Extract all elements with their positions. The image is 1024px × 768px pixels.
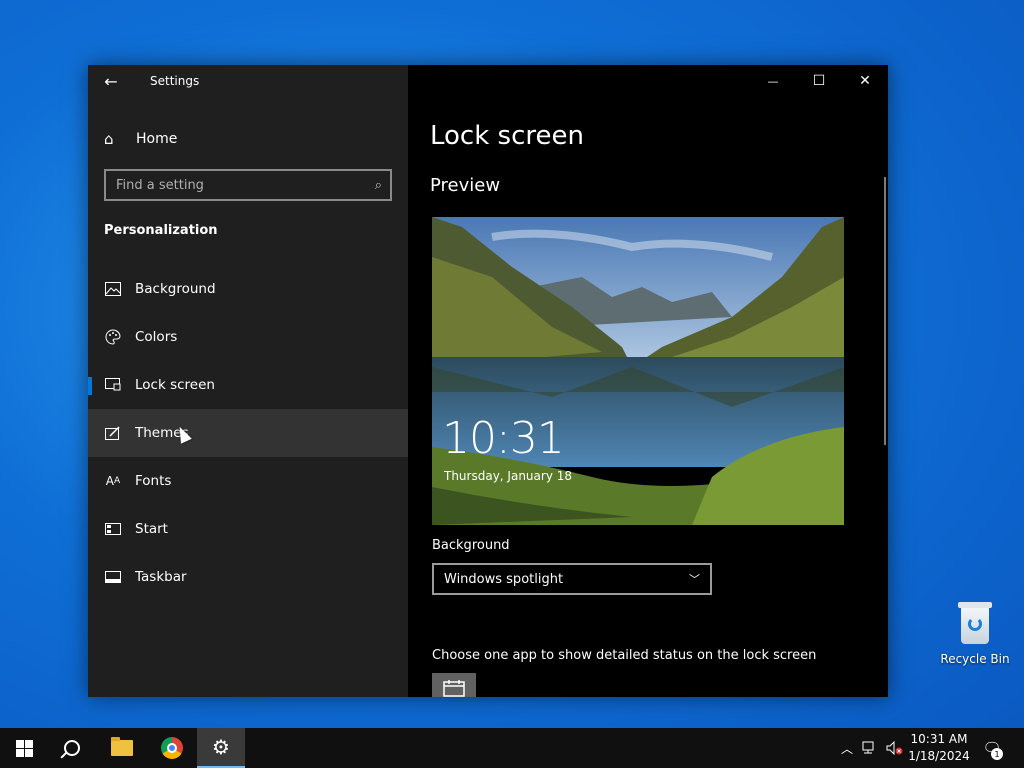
sidebar-item-taskbar[interactable]: Taskbar: [88, 553, 408, 601]
notification-badge: 1: [991, 748, 1003, 760]
sidebar-item-label: Colors: [135, 329, 178, 345]
sidebar-item-fonts[interactable]: AA Fonts: [88, 457, 408, 505]
home-icon: ⌂: [104, 130, 114, 148]
home-label: Home: [136, 131, 178, 147]
clock-date: 1/18/2024: [908, 749, 970, 763]
settings-window: ← Settings ⌂ Home ⌕ Personalization Back…: [88, 65, 888, 697]
sidebar-item-label: Background: [135, 281, 216, 297]
recycle-bin-icon: [956, 600, 994, 646]
sidebar-item-label: Start: [135, 521, 168, 537]
personalization-nav: Background Colors Lock screen Themes A A…: [88, 265, 408, 601]
network-button[interactable]: [860, 728, 880, 768]
minimize-icon: —: [767, 74, 779, 88]
taskbar-search-button[interactable]: [48, 728, 96, 768]
start-icon: [104, 520, 122, 538]
maximize-button[interactable]: ☐: [796, 65, 842, 97]
fonts-icon: AA: [105, 474, 121, 488]
background-label: Background: [432, 538, 510, 553]
sidebar-item-label: Taskbar: [135, 569, 187, 585]
back-arrow-icon: ←: [104, 71, 118, 91]
sidebar-item-label: Fonts: [135, 473, 172, 489]
taskbar-clock[interactable]: 10:31 AM 1/18/2024: [908, 731, 970, 765]
recycle-bin-desktop-icon[interactable]: Recycle Bin: [940, 600, 1010, 666]
settings-sidebar: ← Settings ⌂ Home ⌕ Personalization Back…: [88, 65, 408, 697]
gear-icon: ⚙: [212, 735, 230, 759]
sidebar-item-background[interactable]: Background: [88, 265, 408, 313]
sidebar-item-lock-screen[interactable]: Lock screen: [88, 361, 408, 409]
preview-clock: 10:31: [442, 413, 565, 464]
lock-screen-icon: [104, 376, 122, 394]
taskbar-icon: [104, 568, 122, 586]
sidebar-item-start[interactable]: Start: [88, 505, 408, 553]
window-title: Settings: [150, 74, 200, 88]
scrollbar[interactable]: [884, 177, 886, 445]
action-center-button[interactable]: 🗨 1: [980, 736, 1004, 760]
chevron-up-icon: ︿: [840, 741, 853, 756]
clock-time: 10:31 AM: [910, 732, 968, 746]
sidebar-item-home[interactable]: ⌂ Home: [88, 121, 408, 157]
palette-icon: [104, 328, 122, 346]
back-button[interactable]: ←: [88, 65, 134, 97]
close-button[interactable]: ✕: [842, 65, 888, 97]
minimize-button[interactable]: —: [750, 65, 796, 97]
show-hidden-icons-button[interactable]: ︿: [838, 728, 856, 768]
settings-taskbar-button[interactable]: ⚙: [197, 728, 245, 768]
preview-heading: Preview: [430, 175, 501, 196]
volume-muted-icon: [886, 741, 903, 755]
image-icon: [104, 280, 122, 298]
folder-icon: [111, 737, 133, 756]
section-title: Personalization: [104, 223, 218, 238]
window-controls: — ☐ ✕: [750, 65, 888, 97]
taskbar: ⚙ ︿ 10:31 AM 1/18/2024 🗨 1: [0, 728, 1024, 768]
chrome-icon: [161, 737, 183, 759]
calendar-icon: [443, 680, 465, 697]
calendar-app-button[interactable]: [432, 673, 476, 697]
title-bar[interactable]: ← Settings: [88, 65, 408, 97]
search-icon[interactable]: ⌕: [375, 178, 382, 193]
maximize-icon: ☐: [812, 73, 826, 89]
file-explorer-button[interactable]: [98, 728, 146, 768]
recycle-bin-label: Recycle Bin: [940, 652, 1010, 666]
background-dropdown-value: Windows spotlight: [444, 571, 564, 587]
sidebar-item-themes[interactable]: Themes: [88, 409, 408, 457]
search-box[interactable]: ⌕: [104, 169, 392, 201]
sidebar-item-label: Lock screen: [135, 377, 215, 393]
lock-screen-preview: 10:31 Thursday, January 18: [432, 217, 844, 525]
volume-button[interactable]: [884, 728, 906, 768]
themes-icon: [104, 424, 122, 442]
preview-date: Thursday, January 18: [444, 469, 573, 483]
start-button[interactable]: [0, 728, 48, 768]
chrome-button[interactable]: [148, 728, 196, 768]
search-input[interactable]: [116, 177, 346, 193]
background-dropdown[interactable]: Windows spotlight ﹀: [432, 563, 712, 595]
windows-logo-icon: [15, 739, 33, 757]
close-icon: ✕: [859, 73, 871, 89]
settings-main-pane: — ☐ ✕ Lock screen Preview 10:31 Thursday…: [408, 65, 888, 697]
selected-indicator: [88, 377, 92, 395]
sidebar-item-colors[interactable]: Colors: [88, 313, 408, 361]
page-title: Lock screen: [430, 121, 584, 151]
detailed-status-label: Choose one app to show detailed status o…: [432, 648, 817, 663]
search-icon: [64, 740, 80, 756]
chevron-down-icon: ﹀: [689, 573, 700, 586]
network-icon: [862, 741, 874, 754]
